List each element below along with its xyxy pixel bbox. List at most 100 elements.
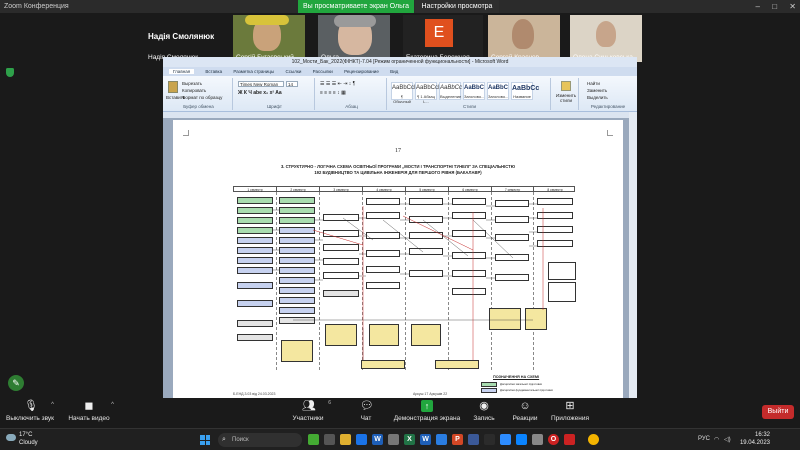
tab-references[interactable]: Ссылки — [286, 69, 302, 74]
participant-tile-2[interactable]: Сергій Бугаєвський — [233, 15, 305, 62]
tab-insert[interactable]: Вставка — [205, 69, 222, 74]
style-title[interactable]: AaBbCc Название — [511, 82, 540, 100]
cut-button[interactable]: Вырезать — [182, 81, 202, 86]
video-off-icon: ◼︎ — [84, 400, 94, 412]
group-label: Шрифт — [267, 104, 282, 109]
view-options-button[interactable]: Настройки просмотра — [415, 0, 499, 13]
style-sample: AaBbC — [488, 85, 509, 91]
tab-mailings[interactable]: Рассылки — [313, 69, 333, 74]
legend-item: Дисципліни фундаментальної підготовки — [481, 388, 553, 394]
mail-app-icon[interactable] — [388, 434, 399, 445]
font-size-select[interactable]: 14 — [286, 81, 298, 87]
participant-tile-3[interactable]: Ольга — [318, 15, 390, 62]
apps-button[interactable]: ⊞ Приложения — [548, 400, 592, 422]
language-indicator[interactable]: РУС — [698, 436, 710, 442]
record-button[interactable]: ◉ Запись — [470, 400, 498, 422]
copy-button[interactable]: Копировать — [182, 88, 206, 93]
share-screen-button[interactable]: ↑ Демонстрация экрана — [392, 400, 462, 422]
app-icon[interactable] — [532, 434, 543, 445]
start-icon[interactable] — [200, 435, 210, 445]
style-name: Заголово... — [488, 94, 509, 99]
file-explorer-icon[interactable] — [340, 434, 351, 445]
word-app-icon-2[interactable]: W — [420, 434, 431, 445]
participants-count: 6 — [328, 400, 331, 406]
maximize-icon[interactable]: □ — [772, 2, 777, 11]
align-icon[interactable]: ≡ ≡ ≡ ≡ ↕ ▦ — [320, 90, 346, 96]
tab-review[interactable]: Рецензирование — [344, 69, 379, 74]
document-area[interactable]: 17 3. СТРУКТУРНО - ЛОГІЧНА СХЕМА ОСВІТНЬ… — [163, 112, 637, 398]
chevron-up-icon[interactable]: ^ — [51, 402, 54, 408]
cloud-icon — [6, 434, 16, 441]
terminal-icon[interactable] — [484, 434, 495, 445]
replace-button[interactable]: Заменить — [587, 88, 607, 93]
style-name: Выделение — [440, 94, 462, 99]
bold-icon[interactable]: Ж К Ч abe x₂ x² Aa — [238, 90, 282, 96]
reactions-icon: ☺ — [519, 400, 531, 412]
list-icon[interactable]: ☰ ☰ ☰ ⇤ ⇥ ↕ ¶ — [320, 81, 355, 87]
group-label: Буфер обмена — [183, 104, 214, 109]
video-button[interactable]: ◼︎ ^ Начать видео — [66, 400, 114, 422]
excel-app-icon[interactable]: X — [404, 434, 415, 445]
wifi-icon[interactable]: ◠ — [714, 436, 719, 443]
shared-screen[interactable]: 102_Мости_Бак_2022(ФІНКТ)-7.04 [Режим ог… — [163, 57, 637, 398]
select-button[interactable]: Выделить — [587, 95, 608, 100]
powerpoint-app-icon[interactable]: P — [452, 434, 463, 445]
reactions-button[interactable]: ☺ Реакции — [510, 400, 540, 422]
find-button[interactable]: Найти — [587, 81, 600, 86]
legend-swatch — [481, 382, 497, 387]
volume-icon[interactable]: ◁) — [724, 436, 731, 443]
tab-page-layout[interactable]: Разметка страницы — [233, 69, 274, 74]
style-heading2[interactable]: AaBbC Заголово... — [487, 82, 509, 100]
close-icon[interactable]: ✕ — [789, 2, 796, 11]
group-label: Редактирование — [590, 104, 626, 109]
chat-button[interactable]: 💬︎ Чат — [356, 400, 376, 422]
pencil-icon[interactable]: ✎ — [8, 375, 24, 391]
edge-icon[interactable] — [516, 434, 527, 445]
font-name-select[interactable]: Times New Roman — [238, 81, 284, 87]
participant-tile-4[interactable]: E Екатерина Бережная — [403, 15, 483, 62]
style-normal[interactable]: AaBbCcI ¶ Обычный — [391, 82, 416, 104]
format-painter-button[interactable]: Формат по образцу — [182, 95, 222, 100]
chevron-up-icon[interactable]: ^ — [111, 402, 114, 408]
task-view-icon[interactable] — [324, 434, 335, 445]
opera-icon[interactable]: O — [548, 434, 559, 445]
browser-icon[interactable] — [436, 434, 447, 445]
style-emphasis[interactable]: AaBbCc Выделение — [439, 82, 462, 100]
paste-icon[interactable] — [168, 81, 178, 93]
participant-gallery: Надія Смолянюк Надія Смолянюк Сергій Буг… — [0, 13, 800, 63]
change-styles-button[interactable]: Изменить стили — [554, 93, 578, 103]
clipboard-group: Вставить Вырезать Копировать Формат по о… — [165, 78, 233, 110]
group-label: Абзац — [345, 104, 358, 109]
system-clock[interactable]: 16:32 19.04.2023 — [740, 431, 770, 447]
document-page[interactable]: 17 3. СТРУКТУРНО - ЛОГІЧНА СХЕМА ОСВІТНЬ… — [173, 120, 623, 398]
app-icon[interactable] — [468, 434, 479, 445]
tab-view[interactable]: Вид — [390, 69, 398, 74]
shield-icon[interactable] — [6, 68, 14, 77]
window-controls[interactable]: – □ ✕ — [746, 0, 796, 13]
weather-condition: Cloudy — [19, 440, 38, 446]
tab-home[interactable]: Главная — [169, 69, 195, 74]
style-paragraph[interactable]: AaBbCcI ¶ 1 Абзац L... — [415, 82, 440, 104]
chrome-icon[interactable] — [588, 434, 599, 445]
participant-tile-5[interactable]: Сергей Краснов — [488, 15, 560, 62]
widgets-icon[interactable] — [308, 434, 319, 445]
styles-group: AaBbCcI ¶ Обычный AaBbCcI ¶ 1 Абзац L... A… — [389, 78, 551, 110]
zoom-running-icon[interactable] — [500, 434, 511, 445]
mute-button[interactable]: 🎙︎ ^ Выключить звук — [4, 400, 56, 422]
participants-button[interactable]: 👥︎ 6 Участники — [291, 400, 331, 422]
pdf-icon[interactable] — [564, 434, 575, 445]
style-heading1[interactable]: AaBbC Заголово... — [463, 82, 485, 100]
vertical-scrollbar[interactable] — [629, 112, 637, 398]
left-rail: ✎ — [0, 63, 150, 398]
word-app-icon[interactable]: W — [372, 434, 383, 445]
zoom-app-icon[interactable] — [356, 434, 367, 445]
participant-tile-6[interactable]: Олена Синьковська — [570, 15, 642, 62]
participant-tile-1-label: Надія Смолянюк — [145, 15, 233, 62]
style-sample: AaBbCcI — [416, 85, 440, 91]
change-styles-icon[interactable] — [561, 81, 571, 91]
minimize-icon[interactable]: – — [756, 2, 760, 11]
style-sample: AaBbCc — [512, 85, 540, 92]
reactions-label: Реакции — [512, 415, 538, 422]
taskbar-search[interactable]: ⌕ Поиск — [218, 433, 302, 447]
leave-button[interactable]: Выйти — [762, 405, 794, 419]
